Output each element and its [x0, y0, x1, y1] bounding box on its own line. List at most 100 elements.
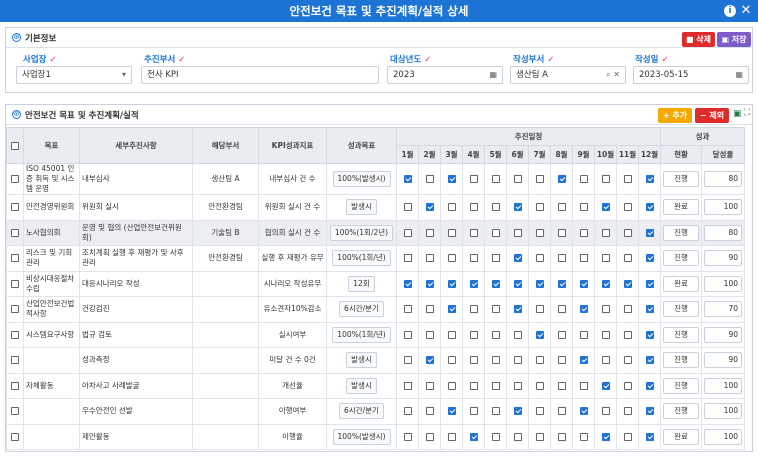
month-checkbox[interactable]: [535, 254, 544, 263]
rate-input[interactable]: 100: [704, 199, 742, 216]
row-checkbox[interactable]: [11, 228, 19, 237]
month-checkbox[interactable]: [403, 175, 412, 183]
status-button[interactable]: 진행: [663, 224, 699, 241]
month-cell[interactable]: [572, 398, 595, 425]
month-cell[interactable]: [572, 321, 595, 348]
rate-input[interactable]: 80: [704, 224, 742, 241]
month-cell[interactable]: [440, 423, 463, 450]
month-checkbox[interactable]: [491, 279, 500, 288]
save-button[interactable]: ▣ 저장: [717, 32, 751, 47]
month-checkbox[interactable]: [535, 330, 544, 339]
row-checkbox[interactable]: [11, 330, 19, 339]
month-cell[interactable]: [462, 296, 485, 323]
month-checkbox[interactable]: [447, 330, 456, 339]
month-cell[interactable]: [440, 372, 463, 399]
month-checkbox[interactable]: [601, 254, 610, 263]
month-cell[interactable]: [594, 347, 617, 374]
month-cell[interactable]: [638, 194, 661, 221]
target-tag[interactable]: 100%(1회/2년): [329, 224, 394, 241]
month-checkbox[interactable]: [535, 279, 544, 288]
month-cell[interactable]: [616, 270, 639, 297]
month-checkbox[interactable]: [491, 381, 500, 390]
month-checkbox[interactable]: [557, 356, 566, 365]
month-checkbox[interactable]: [601, 432, 610, 441]
month-cell[interactable]: [484, 194, 507, 221]
month-cell[interactable]: [528, 219, 551, 246]
month-cell[interactable]: [462, 423, 485, 450]
month-cell[interactable]: [396, 270, 419, 297]
target-tag[interactable]: 6시간/분기: [339, 403, 384, 420]
month-checkbox[interactable]: [403, 407, 412, 416]
month-cell[interactable]: [638, 398, 661, 425]
month-cell[interactable]: [440, 245, 463, 272]
target-tag[interactable]: 6시간/분기: [339, 301, 384, 318]
month-checkbox[interactable]: [469, 330, 478, 339]
status-button[interactable]: 진행: [663, 377, 699, 394]
month-cell[interactable]: [550, 423, 573, 450]
month-cell[interactable]: [506, 423, 529, 450]
month-cell[interactable]: [396, 372, 419, 399]
month-cell[interactable]: [528, 245, 551, 272]
month-checkbox[interactable]: [425, 305, 434, 314]
month-cell[interactable]: [506, 270, 529, 297]
month-cell[interactable]: [528, 398, 551, 425]
month-cell[interactable]: [462, 219, 485, 246]
month-cell[interactable]: [484, 219, 507, 246]
month-checkbox[interactable]: [535, 381, 544, 390]
month-checkbox[interactable]: [425, 407, 434, 416]
month-checkbox[interactable]: [513, 279, 522, 288]
month-checkbox[interactable]: [557, 254, 566, 263]
row-select-cell[interactable]: [6, 270, 24, 297]
month-cell[interactable]: [638, 163, 661, 195]
month-cell[interactable]: [440, 321, 463, 348]
month-cell[interactable]: [396, 163, 419, 195]
row-checkbox[interactable]: [11, 203, 19, 212]
month-cell[interactable]: [572, 296, 595, 323]
month-cell[interactable]: [418, 245, 441, 272]
status-button[interactable]: 진행: [663, 352, 699, 369]
month-cell[interactable]: [462, 372, 485, 399]
month-checkbox[interactable]: [403, 432, 412, 441]
month-checkbox[interactable]: [579, 407, 588, 416]
month-cell[interactable]: [506, 163, 529, 195]
month-checkbox[interactable]: [513, 330, 522, 339]
month-checkbox[interactable]: [513, 254, 522, 263]
month-cell[interactable]: [594, 296, 617, 323]
month-checkbox[interactable]: [557, 432, 566, 441]
month-checkbox[interactable]: [535, 228, 544, 237]
month-cell[interactable]: [638, 423, 661, 450]
month-cell[interactable]: [484, 296, 507, 323]
row-select-cell[interactable]: [6, 219, 24, 246]
month-cell[interactable]: [572, 372, 595, 399]
month-checkbox[interactable]: [425, 330, 434, 339]
month-cell[interactable]: [396, 194, 419, 221]
month-checkbox[interactable]: [491, 407, 500, 416]
row-select-cell[interactable]: [6, 194, 24, 221]
month-cell[interactable]: [594, 423, 617, 450]
target-tag[interactable]: 발생시: [346, 199, 377, 216]
month-checkbox[interactable]: [469, 381, 478, 390]
month-checkbox[interactable]: [535, 305, 544, 314]
status-button[interactable]: 완료: [663, 428, 699, 445]
month-checkbox[interactable]: [645, 254, 654, 263]
month-checkbox[interactable]: [491, 305, 500, 314]
month-cell[interactable]: [550, 219, 573, 246]
month-checkbox[interactable]: [447, 381, 456, 390]
month-checkbox[interactable]: [447, 254, 456, 263]
month-cell[interactable]: [594, 270, 617, 297]
month-cell[interactable]: [418, 296, 441, 323]
row-checkbox[interactable]: [11, 254, 19, 263]
month-checkbox[interactable]: [535, 203, 544, 212]
month-checkbox[interactable]: [623, 407, 632, 416]
month-cell[interactable]: [594, 398, 617, 425]
month-checkbox[interactable]: [447, 432, 456, 441]
row-select-cell[interactable]: [6, 245, 24, 272]
table-row[interactable]: 우수안전인 선발 이행여부 6시간/분기 진행 100: [6, 398, 745, 425]
rate-input[interactable]: 100: [704, 403, 742, 420]
month-cell[interactable]: [440, 270, 463, 297]
table-row[interactable]: 노사협의회 운영 및 협의 (산업안전보건위원회) 기술팀 B 협의회 실시 건 수1…: [6, 219, 745, 246]
status-button[interactable]: 진행: [663, 301, 699, 318]
month-cell[interactable]: [418, 194, 441, 221]
month-checkbox[interactable]: [579, 228, 588, 237]
month-checkbox[interactable]: [491, 432, 500, 441]
